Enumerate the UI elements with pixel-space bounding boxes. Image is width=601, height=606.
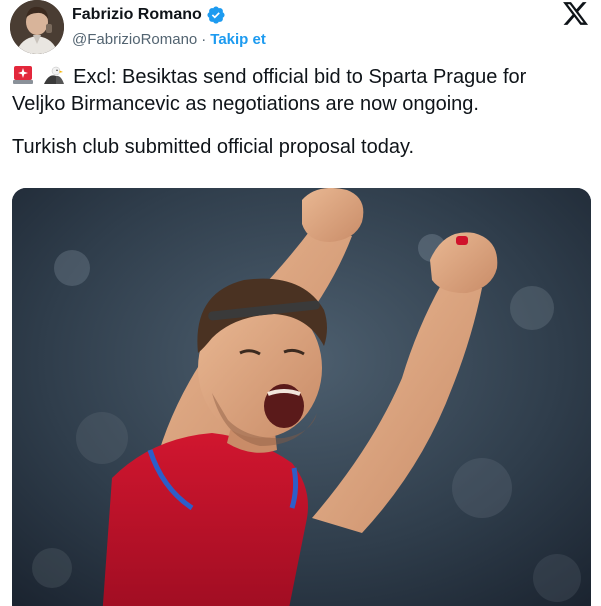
eagle-emoji-icon bbox=[43, 64, 65, 86]
tweet-line-2: Veljko Birmancevic as negotiations are n… bbox=[12, 93, 479, 115]
tweet-header: Fabrizio Romano @FabrizioRomano · Takip … bbox=[10, 0, 595, 56]
author-handle[interactable]: @FabrizioRomano bbox=[72, 31, 197, 48]
follow-button[interactable]: Takip et bbox=[210, 31, 266, 48]
football-player-celebrating-photo-icon bbox=[12, 188, 591, 606]
author-name-row: Fabrizio Romano bbox=[72, 4, 226, 26]
police-siren-emoji-icon bbox=[12, 64, 34, 86]
tweet-media-photo[interactable] bbox=[12, 188, 591, 606]
tweet-line-1-text: Excl: Besiktas send official bid to Spar… bbox=[73, 66, 527, 88]
tweet-line-1: Excl: Besiktas send official bid to Spar… bbox=[12, 64, 592, 91]
verified-badge-icon bbox=[206, 5, 226, 25]
tweet-text: Excl: Besiktas send official bid to Spar… bbox=[12, 64, 592, 161]
x-logo-icon[interactable] bbox=[563, 2, 589, 26]
separator-dot: · bbox=[201, 30, 207, 48]
tweet-line-3: Turkish club submitted official proposal… bbox=[12, 136, 415, 158]
avatar-portrait-icon bbox=[10, 0, 64, 54]
author-avatar[interactable] bbox=[10, 0, 64, 54]
tweet-card: Fabrizio Romano @FabrizioRomano · Takip … bbox=[0, 0, 601, 606]
author-display-name[interactable]: Fabrizio Romano bbox=[72, 6, 202, 24]
author-handle-row: @FabrizioRomano · Takip et bbox=[72, 29, 266, 49]
